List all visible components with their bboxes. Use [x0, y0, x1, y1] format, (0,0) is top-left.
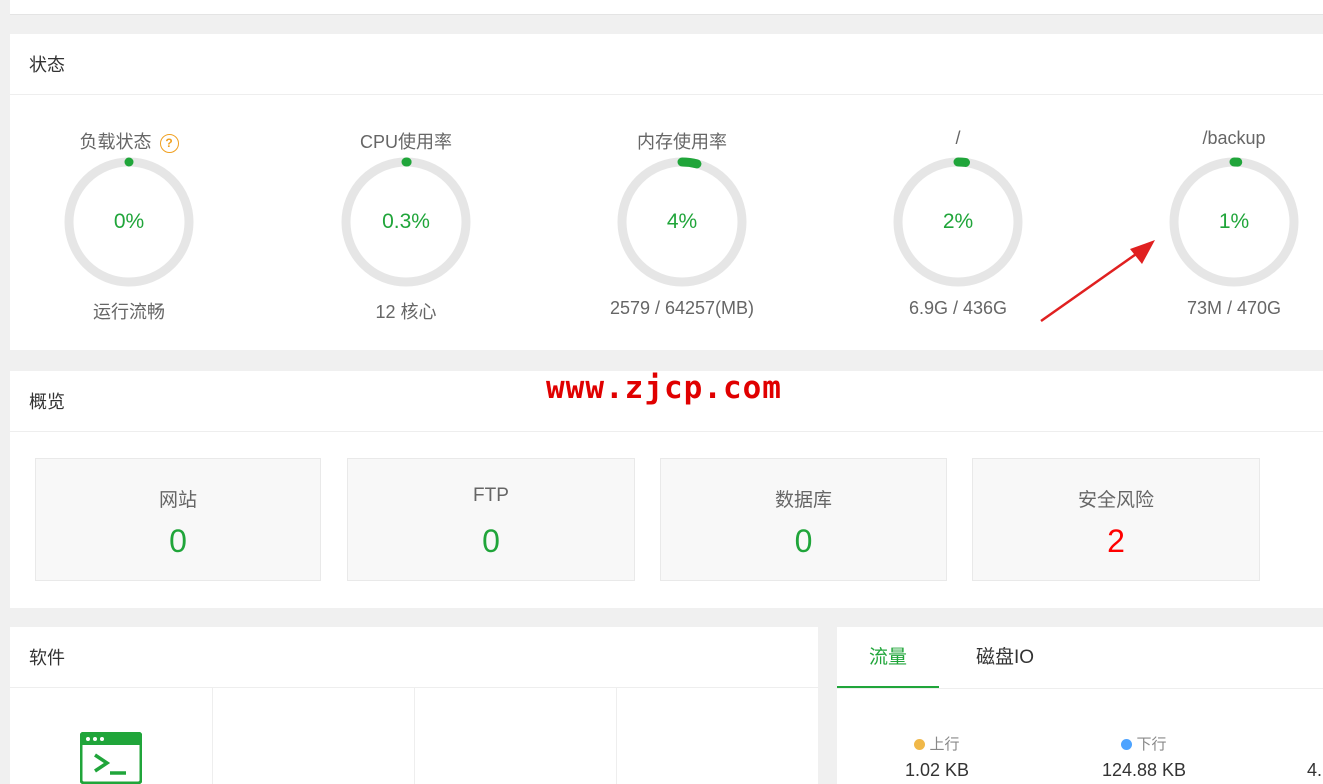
- software-title: 软件: [10, 627, 818, 688]
- gauge-subtext: 运行流畅: [93, 302, 165, 322]
- terminal-icon[interactable]: [80, 732, 142, 784]
- gauge-label: /: [955, 128, 961, 148]
- traffic-download: 下行 124.88 KB: [1089, 733, 1199, 781]
- card-value[interactable]: 0: [36, 523, 320, 560]
- help-icon[interactable]: ?: [159, 134, 179, 153]
- gauge-label: 负载状态: [79, 132, 152, 152]
- overview-card-websites[interactable]: 网站 0: [35, 458, 321, 581]
- card-value[interactable]: 0: [661, 523, 946, 560]
- software-panel: 软件: [10, 627, 818, 784]
- stat-value: 1.02 KB: [904, 760, 970, 780]
- stat-label: 下行: [1136, 736, 1167, 753]
- overview-card-databases[interactable]: 数据库 0: [660, 458, 947, 581]
- software-item[interactable]: [212, 688, 415, 784]
- card-label: 数据库: [774, 490, 832, 511]
- gauge-load[interactable]: 负载状态? 0% 运行流畅: [9, 128, 249, 328]
- tab-traffic[interactable]: 流量: [837, 627, 939, 688]
- card-value[interactable]: 0: [348, 523, 634, 560]
- traffic-total: 总 4.: [1307, 733, 1323, 781]
- gauge-label: /backup: [1202, 128, 1266, 148]
- status-title: 状态: [10, 34, 1323, 95]
- gauge-value: 0%: [113, 210, 145, 233]
- overview-panel: 概览 网站 0 FTP 0 数据库 0 安全风险 2: [10, 371, 1323, 608]
- gauge-value: 0.3%: [382, 210, 430, 233]
- gauge-value: 2%: [942, 210, 974, 233]
- overview-card-ftp[interactable]: FTP 0: [347, 458, 635, 581]
- software-item[interactable]: [414, 688, 617, 784]
- gauge-cpu[interactable]: CPU使用率 0.3% 12 核心: [286, 128, 526, 328]
- gauge-value: 4%: [666, 210, 698, 233]
- traffic-panel: 流量 磁盘IO 上行 1.02 KB 下行 124.88 KB 总 4.: [837, 627, 1323, 784]
- top-bar: [10, 0, 1323, 15]
- watermark-text: www.zjcp.com: [546, 370, 782, 406]
- upload-dot-icon: [914, 739, 926, 750]
- gauge-subtext: 12 核心: [375, 302, 437, 322]
- overview-card-security-risks[interactable]: 安全风险 2: [972, 458, 1260, 581]
- gauge-label: CPU使用率: [359, 132, 452, 152]
- gauge-value: 1%: [1218, 210, 1250, 233]
- download-dot-icon: [1121, 739, 1133, 750]
- card-label: 网站: [158, 490, 197, 511]
- card-value[interactable]: 2: [973, 523, 1259, 560]
- tab-disk-io[interactable]: 磁盘IO: [976, 627, 1034, 687]
- card-label: 安全风险: [1077, 490, 1154, 511]
- stat-value: 124.88 KB: [1101, 760, 1187, 780]
- stat-label: 上行: [929, 736, 960, 753]
- gauge-label: 内存使用率: [637, 132, 727, 152]
- stat-value: 4.: [1307, 760, 1323, 780]
- traffic-tabs: 流量 磁盘IO: [837, 627, 1323, 689]
- card-label: FTP: [473, 485, 509, 506]
- annotation-arrow-icon: [1040, 240, 1155, 323]
- gauge-subtext: 2579 / 64257(MB): [609, 298, 755, 318]
- traffic-upload: 上行 1.02 KB: [897, 733, 977, 781]
- gauge-memory[interactable]: 内存使用率 4% 2579 / 64257(MB): [562, 128, 802, 328]
